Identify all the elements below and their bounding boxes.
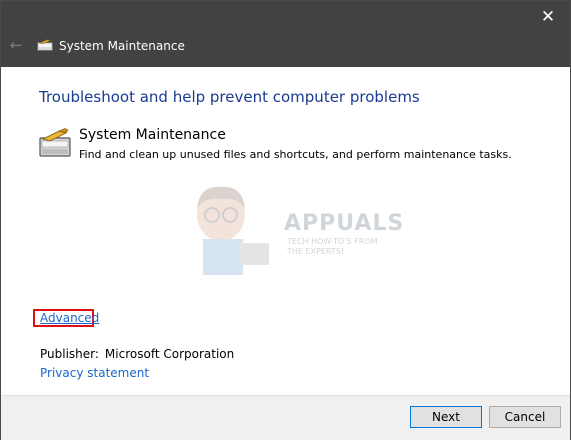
publisher-label: Publisher: — [40, 347, 99, 361]
watermark-brand: APPUALS — [284, 211, 405, 236]
next-button[interactable]: Next — [410, 406, 482, 428]
task-title: System Maintenance — [79, 127, 226, 143]
advanced-link[interactable]: Advanced — [40, 311, 99, 325]
system-maintenance-icon — [39, 128, 71, 157]
cancel-button[interactable]: Cancel — [489, 406, 561, 428]
task-description: Find and clean up unused files and short… — [79, 148, 512, 161]
publisher-info: Publisher: Microsoft Corporation — [40, 346, 234, 362]
watermark-tagline: TECH HOW-TO'S FROM THE EXPERTS! — [287, 237, 378, 256]
back-arrow-icon[interactable]: ← — [7, 36, 25, 54]
privacy-statement-link[interactable]: Privacy statement — [40, 365, 149, 381]
page-heading: Troubleshoot and help prevent computer p… — [39, 88, 420, 106]
button-bar: Next Cancel — [1, 395, 570, 440]
title-bar: ✕ ← System Maintenance — [1, 1, 570, 67]
system-maintenance-icon — [37, 39, 53, 51]
dialog-window: ✕ ← System Maintenance Troubleshoot and … — [0, 0, 571, 440]
close-icon[interactable]: ✕ — [534, 5, 562, 29]
publisher-value: Microsoft Corporation — [104, 347, 235, 361]
window-title: System Maintenance — [59, 39, 185, 53]
